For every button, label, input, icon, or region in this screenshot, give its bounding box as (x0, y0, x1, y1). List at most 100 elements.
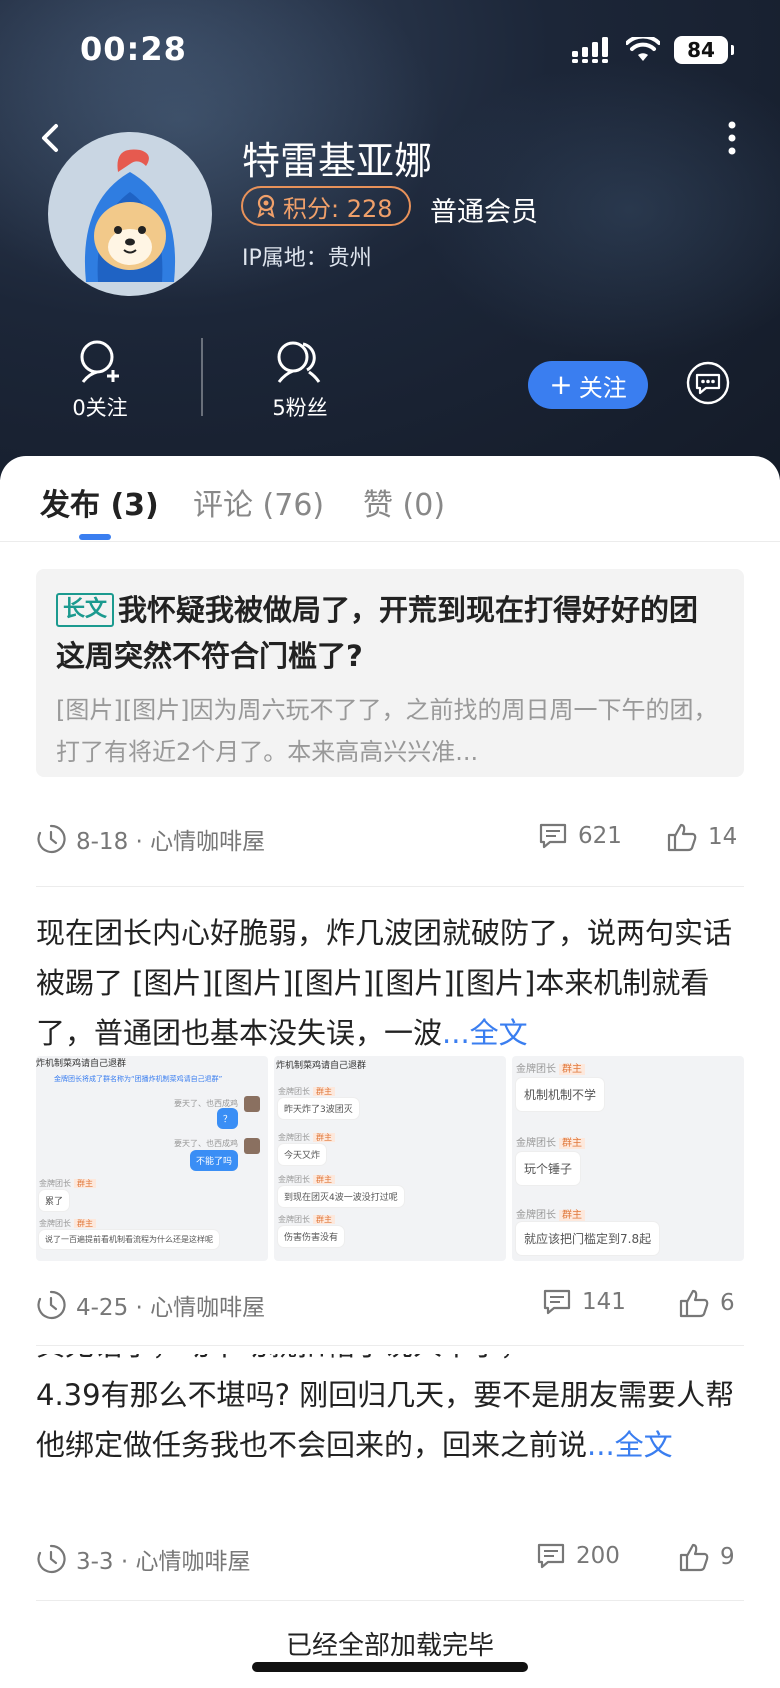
tab-indicator (79, 534, 111, 540)
post-image-2[interactable]: 炸机制菜鸡请自己退群 金牌团长 群主 昨天炸了3波团灭 金牌团长 群主 今天又炸 金… (274, 1056, 506, 1261)
post-time: 4-25 · 心情咖啡屋 (36, 1288, 265, 1322)
battery-indicator: 84 (674, 36, 734, 64)
read-more-link[interactable]: ...全文 (442, 1016, 528, 1050)
ip-location: IP属地：贵州 (242, 246, 372, 271)
thumbs-up-icon (667, 823, 697, 852)
chat-sender-name: 金牌团长 (39, 1219, 71, 1228)
chat-sender-name: 金牌团长 (39, 1179, 71, 1188)
tab-likes[interactable]: 赞 (0) (363, 480, 445, 524)
comment-count[interactable]: 141 (542, 1288, 626, 1316)
post-meta: 4-25 · 心情咖啡屋 141 6 (36, 1288, 744, 1328)
post-date: 8-18 · 心情咖啡屋 (76, 829, 266, 855)
post-summary: [图片][图片]因为周六玩不了了，之前找的周日周一下午的团，打了有将近2个月了。… (56, 696, 718, 766)
tab-comments[interactable]: 评论 (76) (193, 480, 324, 524)
owner-tag: 群主 (313, 1215, 335, 1224)
chat-sender-name: 金牌团长 (278, 1175, 310, 1184)
chat-bubble: 不能了吗 (189, 1150, 238, 1171)
user-add-icon (80, 340, 119, 383)
chat-avatar (244, 1096, 260, 1112)
owner-tag: 群主 (559, 1064, 585, 1075)
chat-header: 炸机制菜鸡请自己退群 (36, 1059, 127, 1069)
member-level: 普通会员 (430, 197, 538, 228)
plus-icon: + (549, 368, 573, 401)
status-time: 00:28 (80, 30, 187, 68)
read-more-link[interactable]: ...全文 (587, 1428, 673, 1462)
chat-sender-name: 金牌团长 (278, 1087, 310, 1096)
post-body: 现在团长内心好脆弱，炸几波团就破防了，说两句实话被踢了 [图片][图片][图片]… (36, 916, 733, 1050)
like-value: 6 (720, 1290, 735, 1316)
owner-tag: 群主 (74, 1219, 96, 1228)
chat-bubble: 伤害伤害没有 (278, 1226, 345, 1247)
chat-sender-name: 金牌团长 (516, 1210, 556, 1221)
signal-icon (572, 37, 608, 63)
chat-system-msg: 金牌团长将成了群名称为“团播炸机制菜鸡请自己退群” (54, 1075, 223, 1083)
avatar[interactable] (48, 132, 212, 296)
post-time: 8-18 · 心情咖啡屋 (36, 822, 265, 856)
chat-sender-name: 金牌团长 (278, 1215, 310, 1224)
chat-bubble: 说了一百遍提前看机制看流程为什么还是这样呢 (39, 1230, 219, 1249)
post-date: 3-3 · 心情咖啡屋 (76, 1549, 251, 1575)
post-title: 长文 我怀疑我被做局了，开荒到现在打得好好的团这周突然不符合门槛了? (56, 587, 724, 679)
chat-bubble: 昨天炸了3波团灭 (278, 1098, 359, 1119)
followers-stat[interactable]: 5粉丝 (240, 340, 360, 422)
chat-sender: 金牌团长 群主 (39, 1178, 96, 1189)
chat-sender: 金牌团长 群主 (278, 1214, 335, 1225)
owner-tag: 群主 (559, 1210, 585, 1221)
like-count[interactable]: 6 (678, 1288, 735, 1318)
post-images: 炸机制菜鸡请自己退群 金牌团长将成了群名称为“团播炸机制菜鸡请自己退群” 要天了… (36, 1056, 744, 1261)
thumbs-up-icon (679, 1289, 709, 1318)
users-icon (277, 341, 321, 383)
like-count[interactable]: 14 (666, 822, 737, 852)
chat-bubble: 就应该把门槛定到7.8起 (516, 1222, 660, 1255)
owner-tag: 群主 (313, 1175, 335, 1184)
chat-bubble: 到现在团灭4波一波没打过呢 (278, 1186, 404, 1207)
comment-icon (539, 823, 567, 849)
post-image-3[interactable]: 金牌团长 群主 机制机制不学 金牌团长 群主 玩个锤子 金牌团长 群主 就应该把门槛定… (512, 1056, 744, 1261)
home-indicator[interactable] (252, 1662, 528, 1672)
comment-count[interactable]: 200 (536, 1542, 620, 1570)
points-label: 积分: 228 (283, 194, 393, 223)
points-badge[interactable]: 积分: 228 (241, 186, 411, 226)
chat-sender: 金牌团长 群主 (278, 1086, 335, 1097)
post-text[interactable]: 现在团长内心好脆弱，炸几波团就破防了，说两句实话被踢了 [图片][图片][图片]… (36, 908, 744, 1058)
clock-icon (37, 1290, 66, 1320)
comment-icon (537, 1543, 565, 1569)
back-arrow-icon[interactable] (36, 120, 66, 156)
clock-icon (37, 824, 66, 854)
chat-avatar (244, 1138, 260, 1154)
post-card-long[interactable]: 长文 我怀疑我被做局了，开荒到现在打得好好的团这周突然不符合门槛了? [图片][图… (36, 569, 744, 777)
message-icon[interactable] (686, 361, 730, 405)
chat-sender-name: 金牌团长 (516, 1064, 556, 1075)
username: 特雷基亚娜 (242, 139, 433, 183)
comment-count[interactable]: 621 (538, 822, 622, 850)
follow-label: 关注 (578, 373, 627, 402)
comment-value: 621 (578, 823, 622, 849)
post-time: 3-3 · 心情咖啡屋 (36, 1542, 251, 1576)
post-meta: 3-3 · 心情咖啡屋 200 9 (36, 1542, 744, 1582)
owner-tag: 群主 (313, 1133, 335, 1142)
post-text[interactable]: 真无语了，动不动就扣帽子说人串子，4.39有那么不堪吗? 刚回归几天，要不是朋友… (36, 1354, 744, 1506)
following-count: 0关注 (72, 396, 128, 420)
tab-posts[interactable]: 发布 (3) (40, 480, 159, 524)
more-options-icon[interactable] (726, 120, 738, 156)
like-count[interactable]: 9 (678, 1542, 735, 1572)
status-icons: 84 (572, 36, 734, 64)
owner-tag: 群主 (74, 1179, 96, 1188)
thumbs-up-icon (679, 1543, 709, 1572)
followers-count: 5粉丝 (272, 396, 328, 420)
divider (36, 886, 744, 887)
wifi-icon (626, 37, 660, 61)
post-meta: 8-18 · 心情咖啡屋 621 14 (36, 822, 744, 862)
tab-bar: 发布 (3) 评论 (76) 赞 (0) (0, 456, 780, 542)
chat-bubble: 累了 (39, 1190, 70, 1211)
follow-button[interactable]: + 关注 (528, 361, 648, 409)
divider (36, 1600, 744, 1601)
post-image-1[interactable]: 炸机制菜鸡请自己退群 金牌团长将成了群名称为“团播炸机制菜鸡请自己退群” 要天了… (36, 1056, 268, 1261)
chat-sender: 要天了、也西成鸡 (174, 1139, 238, 1148)
long-article-tag: 长文 (56, 593, 115, 627)
avatar-image (84, 149, 176, 282)
chat-bubble: 机制机制不学 (516, 1078, 605, 1111)
following-stat[interactable]: 0关注 (40, 340, 160, 422)
all-loaded-text: 已经全部加载完毕 (285, 1631, 494, 1661)
comment-value: 141 (582, 1289, 626, 1315)
